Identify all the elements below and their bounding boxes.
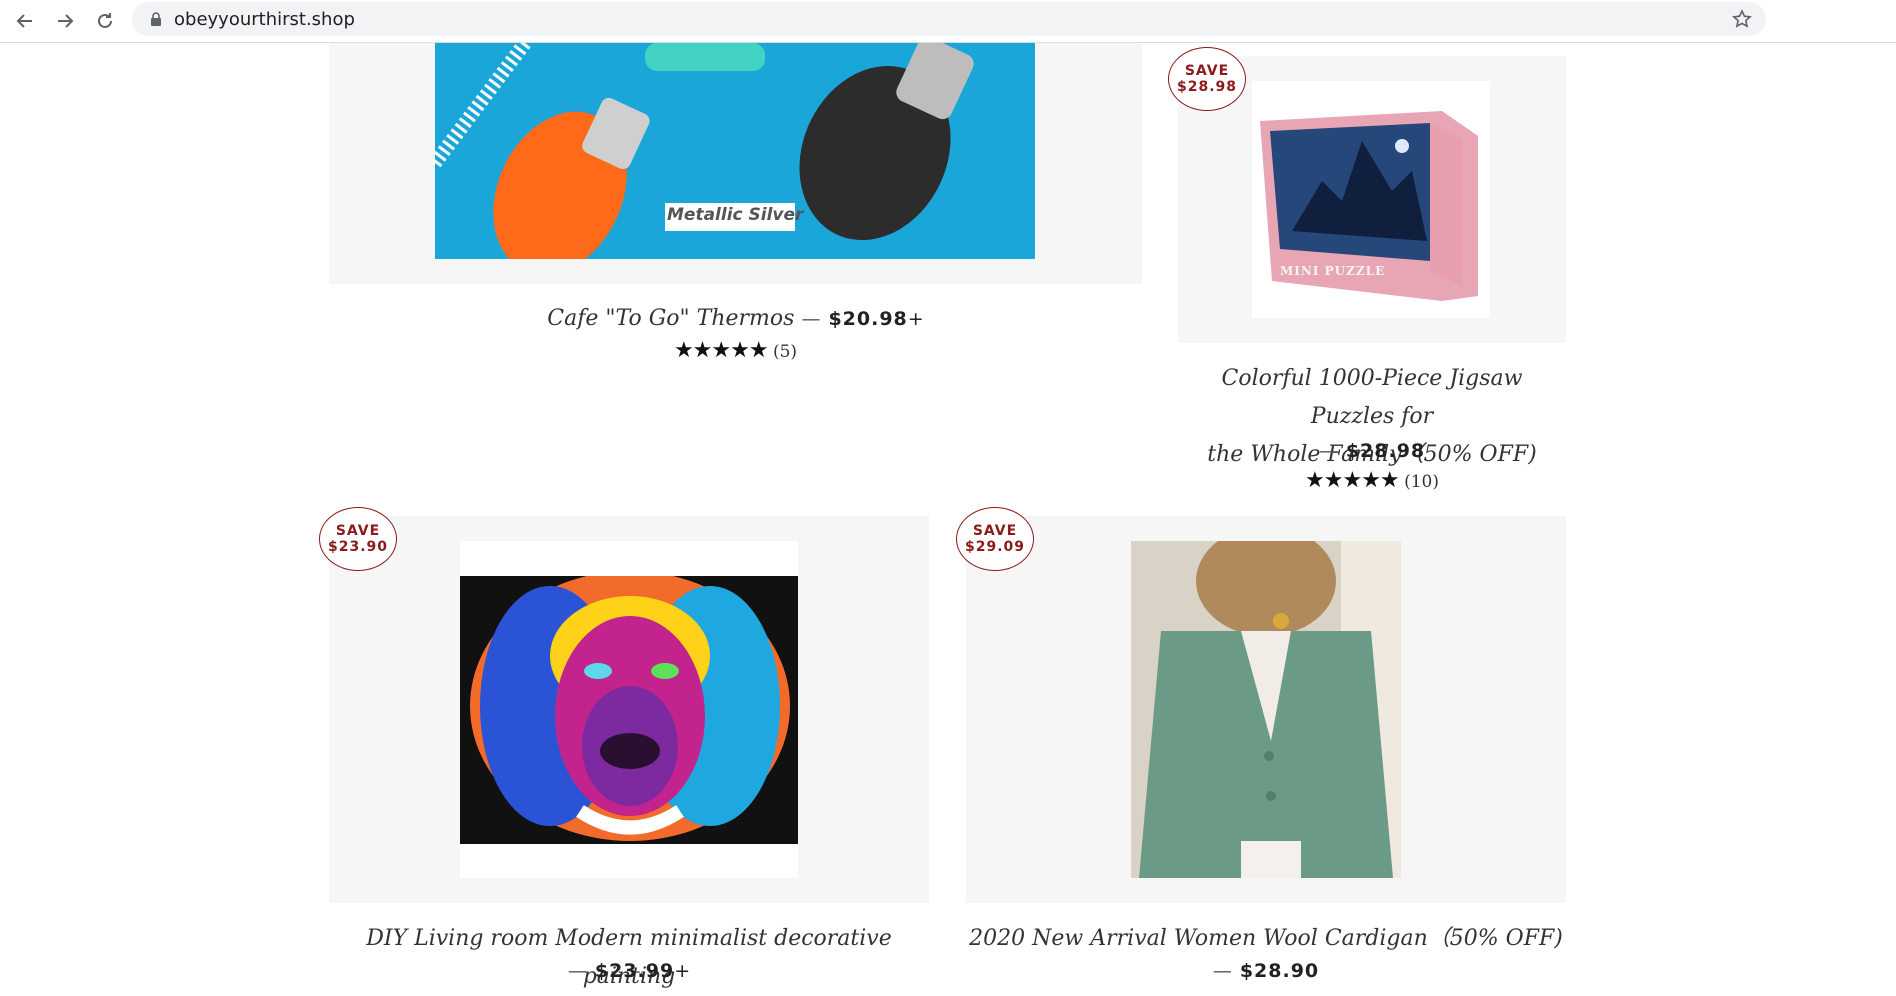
save-badge: SAVE $23.90: [319, 507, 397, 571]
product-image-puzzle[interactable]: [1252, 81, 1490, 318]
product-image-thermos[interactable]: [435, 43, 1035, 259]
back-button[interactable]: [10, 6, 40, 36]
product-price-line: — $28.90: [966, 960, 1566, 982]
product-card-painting[interactable]: [329, 516, 929, 903]
price-dash: —: [1212, 960, 1232, 982]
price-dash: —: [801, 308, 821, 330]
product-price: $20.98: [828, 308, 908, 330]
product-price-line: — $23.99+: [329, 960, 929, 982]
bookmark-star-icon[interactable]: [1732, 9, 1752, 29]
product-rating: ★★★★★ (5): [329, 338, 1142, 363]
product-title-thermos[interactable]: Cafe "To Go" Thermos — $20.98+: [329, 300, 1142, 338]
forward-button[interactable]: [50, 6, 80, 36]
product-price: $23.99: [594, 960, 675, 982]
price-dash: —: [567, 960, 587, 982]
product-image-label: MINI PUZZLE: [1280, 264, 1386, 278]
price-plus: +: [907, 308, 924, 330]
product-title-cardigan[interactable]: 2020 New Arrival Women Wool Cardigan（50%…: [966, 920, 1566, 958]
product-price-line: — $28.98: [1178, 440, 1566, 462]
arrow-right-icon: [58, 14, 74, 28]
product-image-label: Metallic Silver: [667, 205, 804, 225]
product-rating: ★★★★★ (10): [1178, 468, 1566, 493]
price-dash: —: [1318, 440, 1338, 462]
browser-toolbar: obeyyourthirst.shop: [0, 0, 1896, 43]
arrow-left-icon: [16, 14, 32, 28]
rating-stars-icon: ★★★★★: [1305, 468, 1400, 493]
product-price: $28.90: [1239, 960, 1320, 982]
address-bar[interactable]: obeyyourthirst.shop: [132, 2, 1766, 36]
reload-button[interactable]: [90, 6, 120, 36]
save-badge: SAVE $29.09: [956, 507, 1034, 571]
url-text[interactable]: obeyyourthirst.shop: [174, 9, 355, 30]
lock-icon: [151, 12, 161, 26]
product-image-lion-painting[interactable]: [460, 576, 798, 844]
rating-stars-icon: ★★★★★: [673, 338, 769, 363]
product-card-thermos[interactable]: Metallic Silver: [329, 43, 1142, 284]
review-count: (5): [772, 342, 798, 362]
review-count: (10): [1404, 472, 1439, 492]
save-badge: SAVE $28.98: [1168, 47, 1246, 111]
reload-icon: [98, 13, 112, 28]
product-card-cardigan[interactable]: [966, 516, 1566, 903]
product-image-cardigan[interactable]: [1131, 541, 1401, 878]
product-price: $28.98: [1345, 440, 1426, 462]
product-title-painting[interactable]: DIY Living room Modern minimalist decora…: [329, 920, 929, 996]
price-plus: +: [674, 960, 691, 982]
